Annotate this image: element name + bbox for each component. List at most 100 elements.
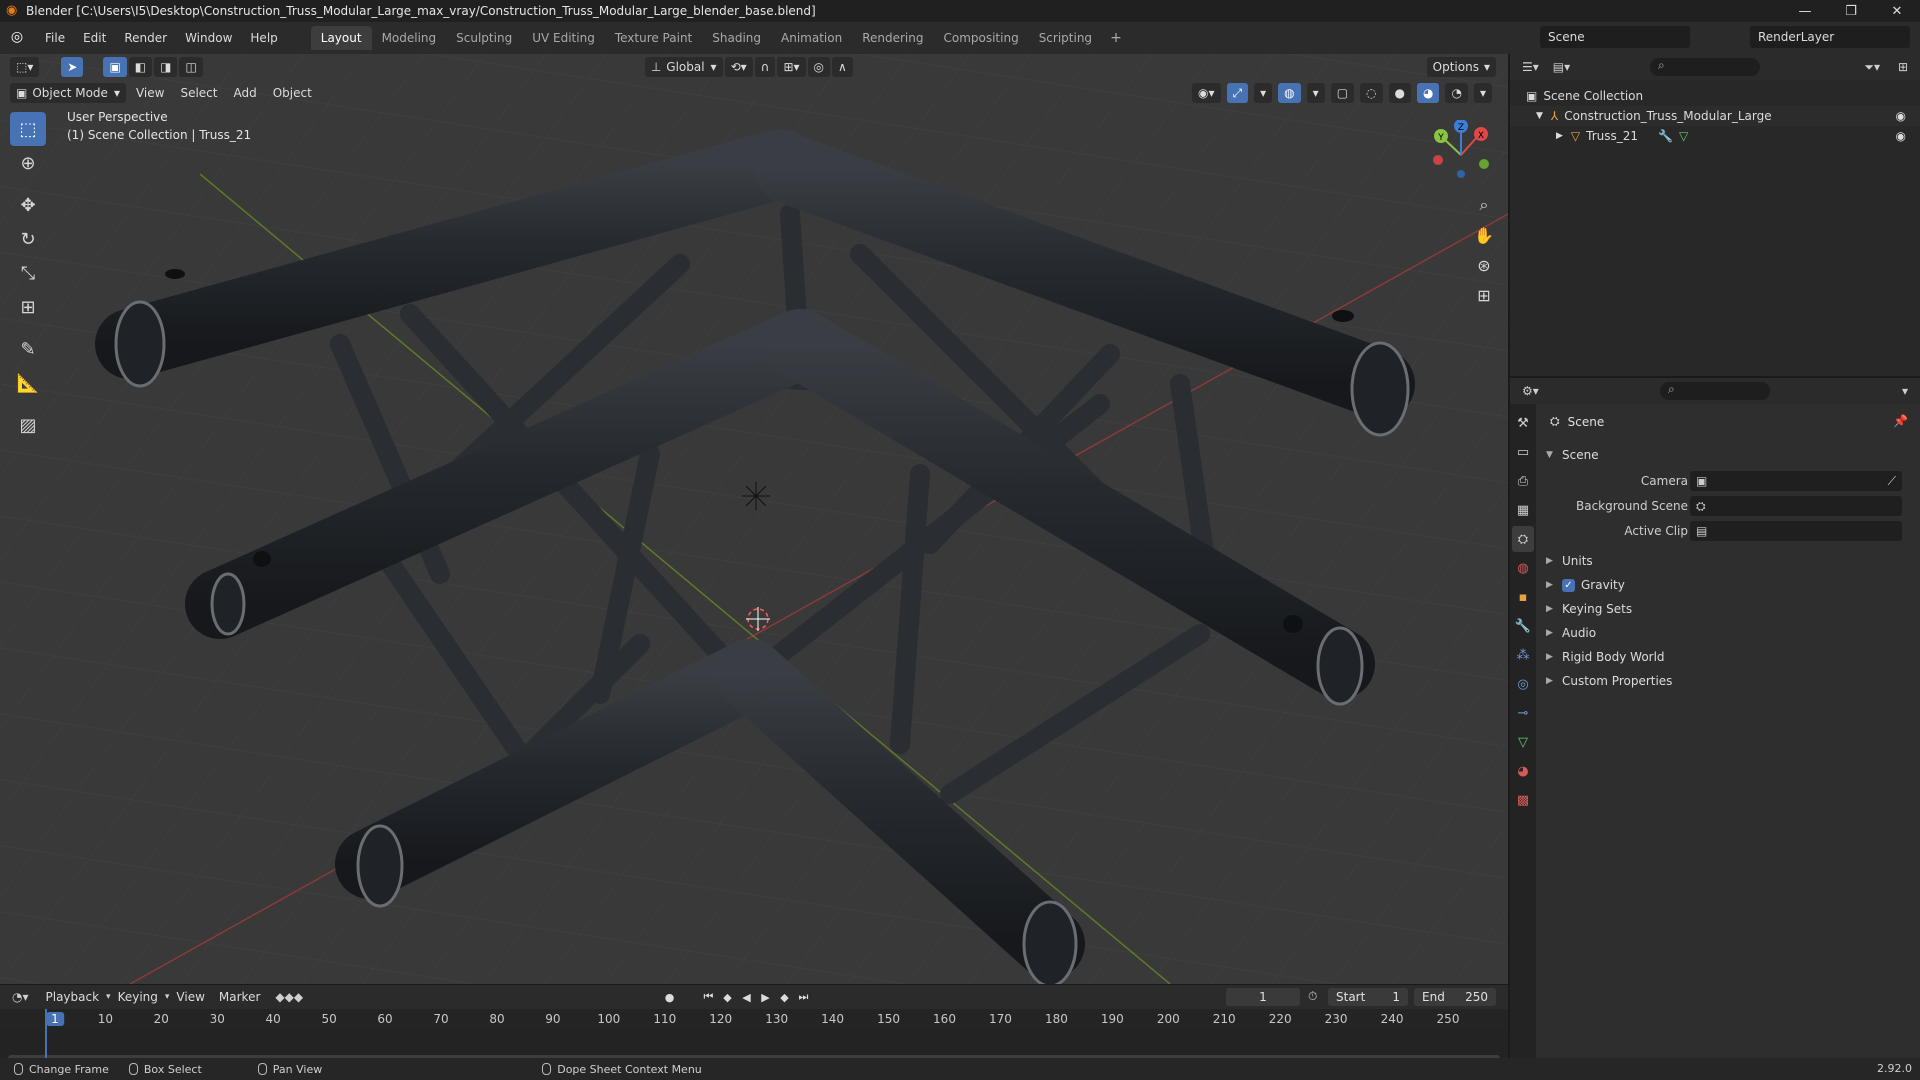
workspace-tab-uv-editing[interactable]: UV Editing	[522, 26, 605, 50]
shading-solid[interactable]: ●	[1388, 83, 1411, 103]
workspace-tab-scripting[interactable]: Scripting	[1029, 26, 1102, 50]
workspace-tab-rendering[interactable]: Rendering	[852, 26, 933, 50]
timeline-ruler[interactable]: 1 10 20 30 40 50 60 70 80 90 100 110 120 130 140 150 160…	[0, 1009, 1508, 1029]
pin-icon[interactable]: 📌	[1893, 414, 1908, 428]
tab-constraints[interactable]: ⊸	[1512, 700, 1534, 726]
select-new-button[interactable]: ▣	[103, 57, 127, 77]
shading-rendered[interactable]: ◔	[1445, 83, 1468, 103]
scene-selector[interactable]: Scene	[1540, 26, 1690, 48]
properties-editor-icon[interactable]: ⚙▾	[1522, 384, 1539, 398]
gizmo-toggle[interactable]: ⤢	[1226, 83, 1249, 103]
outliner-collection-row[interactable]: ▼ ⅄ Construction_Truss_Modular_Large ◉	[1510, 106, 1920, 126]
navigation-gizmo[interactable]: X Y Z	[1426, 120, 1496, 190]
menu-window[interactable]: Window	[176, 27, 241, 49]
play-reverse-button[interactable]: ◀	[737, 988, 756, 1006]
workspace-tab-layout[interactable]: Layout	[310, 26, 372, 50]
shading-material[interactable]: ◕	[1417, 83, 1440, 103]
tab-modifiers[interactable]: 🔧	[1512, 613, 1534, 639]
viewport-menu-view[interactable]: View	[128, 84, 172, 102]
workspace-tab-shading[interactable]: Shading	[702, 26, 771, 50]
outliner-scene-collection[interactable]: ▣ Scene Collection	[1510, 86, 1920, 106]
audio-panel-header[interactable]: ▶ Audio	[1546, 622, 1910, 644]
tool-measure[interactable]: 📐	[10, 366, 46, 400]
select-tool-button[interactable]: ➤	[61, 57, 84, 77]
tab-object[interactable]: ▪	[1512, 584, 1534, 610]
viewport-menu-add[interactable]: Add	[225, 84, 264, 102]
custom-properties-panel-header[interactable]: ▶ Custom Properties	[1546, 670, 1910, 692]
select-extend-button[interactable]: ◧	[128, 57, 153, 77]
zoom-button[interactable]: ⌕	[1470, 190, 1498, 220]
proportional-edit-toggle[interactable]: ◎	[807, 57, 831, 77]
xray-toggle[interactable]: ▢	[1330, 83, 1355, 103]
visibility-dropdown[interactable]: ◉▾	[1192, 83, 1221, 103]
3d-viewport[interactable]: ⬚▾ ➤ ▣ ◧ ◨ ◫ ⊥ Global ▾ ⟲▾ ∩ ⊞▾ ◎ ∧ Opti…	[0, 54, 1508, 984]
menu-render[interactable]: Render	[115, 27, 176, 49]
outliner-editor[interactable]: ☰▾ ▤▾ ⌕ ⏷▾ ⊞ ▣ Scene Collection ▼ ⅄ Cons…	[1508, 54, 1920, 376]
timeline-menu-keying[interactable]: Keying	[111, 988, 165, 1006]
filter-icon[interactable]: ⏷▾	[1864, 60, 1880, 75]
new-collection-icon[interactable]: ⊞	[1898, 60, 1908, 74]
menu-file[interactable]: File	[36, 27, 74, 49]
pan-button[interactable]: ✋	[1470, 220, 1498, 250]
add-workspace-button[interactable]: +	[1102, 26, 1130, 50]
gravity-checkbox[interactable]: ✓	[1562, 578, 1575, 592]
tab-material[interactable]: ◕	[1512, 758, 1534, 784]
current-frame-field[interactable]: 1	[1226, 988, 1300, 1006]
timeline-editor-icon[interactable]: ◔▾	[12, 990, 29, 1004]
minimize-button[interactable]: —	[1782, 0, 1828, 22]
start-frame-field[interactable]: Start 1	[1328, 988, 1408, 1006]
camera-view-button[interactable]: ⊛	[1470, 250, 1498, 280]
falloff-dropdown[interactable]: ∧	[832, 57, 853, 77]
workspace-tab-texture-paint[interactable]: Texture Paint	[605, 26, 702, 50]
prev-keyframe-button[interactable]: ◆	[718, 988, 737, 1006]
gizmo-dropdown[interactable]: ▾	[1254, 83, 1273, 103]
scene-panel-header[interactable]: ▼ Scene	[1546, 444, 1910, 466]
units-panel-header[interactable]: ▶ Units	[1546, 550, 1910, 572]
tab-world[interactable]: ◍	[1512, 555, 1534, 581]
overlay-dropdown[interactable]: ▾	[1306, 83, 1325, 103]
timeline-editor[interactable]: ◔▾ Playback ▾ Keying ▾ View Marker ◆◆◆ ●…	[0, 984, 1508, 1067]
properties-editor[interactable]: ⚙▾ ⌕ ▾ ⚒ ▭ ⎙ ▦ ⛭ ◍ ▪ 🔧 ⁂ ◎ ⊸ ▽ ◕ ▩ ⛭ Sce…	[1508, 376, 1920, 1060]
blender-logo-icon[interactable]: ◎	[8, 29, 26, 47]
maximize-button[interactable]: ❐	[1828, 0, 1874, 22]
gravity-panel-header[interactable]: ▶ ✓ Gravity	[1546, 574, 1910, 596]
shading-wireframe[interactable]: ◌	[1360, 83, 1383, 103]
camera-field[interactable]: ▣ ⟋	[1690, 471, 1902, 491]
tool-add-cube[interactable]: ▨	[10, 408, 46, 442]
tool-move[interactable]: ✥	[10, 188, 46, 222]
workspace-tab-modeling[interactable]: Modeling	[372, 26, 447, 50]
select-subtract-button[interactable]: ◨	[154, 57, 178, 77]
properties-options-icon[interactable]: ▾	[1902, 384, 1908, 398]
eyedropper-icon[interactable]: ⟋	[1888, 474, 1896, 489]
tab-tool[interactable]: ⚒	[1512, 410, 1534, 436]
snap-toggle[interactable]: ∩	[754, 57, 776, 77]
viewport-menu-object[interactable]: Object	[265, 84, 320, 102]
tab-physics[interactable]: ◎	[1512, 671, 1534, 697]
workspace-tab-compositing[interactable]: Compositing	[933, 26, 1028, 50]
tab-particles[interactable]: ⁂	[1512, 642, 1534, 668]
play-button[interactable]: ▶	[756, 988, 775, 1006]
outliner-editor-icon[interactable]: ☰▾	[1522, 60, 1539, 74]
transform-orientation-dropdown[interactable]: ⊥ Global ▾	[644, 57, 723, 77]
tab-render[interactable]: ▭	[1512, 439, 1534, 465]
object-visibility-eye-icon[interactable]: ◉	[1896, 129, 1906, 143]
jump-end-button[interactable]: ⏭	[794, 988, 813, 1006]
object-mode-dropdown[interactable]: ▣ Object Mode ▾	[10, 83, 126, 103]
stopwatch-icon[interactable]: ⏱	[1308, 989, 1317, 1004]
timeline-menu-marker[interactable]: Marker	[212, 988, 267, 1006]
snap-target-dropdown[interactable]: ⊞▾	[777, 57, 806, 77]
tool-select-box[interactable]: ⬚	[10, 112, 46, 146]
tab-view-layer[interactable]: ▦	[1512, 497, 1534, 523]
pivot-point-dropdown[interactable]: ⟲▾	[724, 57, 753, 77]
background-scene-field[interactable]: ⛭	[1690, 496, 1902, 516]
outliner-search-input[interactable]: ⌕	[1650, 58, 1760, 76]
editor-type-button[interactable]: ⬚▾	[10, 57, 40, 77]
shading-dropdown[interactable]: ▾	[1473, 83, 1492, 103]
active-clip-field[interactable]: ▤	[1690, 521, 1902, 541]
menu-help[interactable]: Help	[241, 27, 286, 49]
options-dropdown[interactable]: Options ▾	[1426, 57, 1496, 77]
rigid-body-world-panel-header[interactable]: ▶ Rigid Body World	[1546, 646, 1910, 668]
tab-output[interactable]: ⎙	[1512, 468, 1534, 494]
renderlayer-selector[interactable]: RenderLayer	[1750, 26, 1910, 48]
select-invert-button[interactable]: ◫	[179, 57, 203, 77]
